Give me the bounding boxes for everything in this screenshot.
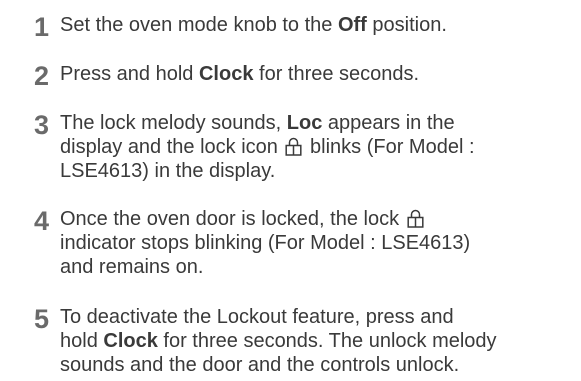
emphasized-term: Off xyxy=(337,14,367,36)
step-text-segment: To deactivate the Lockout feature, press… xyxy=(60,306,454,328)
step-number: 3 xyxy=(34,110,50,140)
step-text-line: Press and hold Clock for three seconds. xyxy=(60,62,550,86)
step-text: The lock melody sounds, Loc appears in t… xyxy=(60,111,550,183)
step-text-line: sounds and the door and the controls unl… xyxy=(60,353,550,377)
step-text-segment: appears in the xyxy=(322,112,455,134)
step-text-line: hold Clock for three seconds. The unlock… xyxy=(60,329,550,353)
step-text-line: Once the oven door is locked, the lock xyxy=(60,207,550,231)
step-text-segment: position. xyxy=(366,14,447,36)
lock-icon xyxy=(407,209,424,228)
step-number: 5 xyxy=(34,304,50,334)
step-text-segment: display and the lock icon xyxy=(60,136,284,158)
step-number: 2 xyxy=(34,61,50,91)
step-number: 1 xyxy=(34,12,50,42)
step-text-line: LSE4613) in the display. xyxy=(60,159,550,183)
emphasized-term: Loc xyxy=(286,112,323,134)
step-number: 4 xyxy=(34,206,50,236)
step-text-line: indicator stops blinking (For Model : LS… xyxy=(60,231,550,255)
step-text-line: and remains on. xyxy=(60,255,550,279)
step-text-segment: LSE4613) in the display. xyxy=(60,160,276,182)
step-text-segment: indicator stops blinking (For Model : LS… xyxy=(60,232,471,254)
emphasized-term: Clock xyxy=(198,63,254,85)
step-text-segment: Press and hold xyxy=(60,63,199,85)
step-text-segment: sounds and the door and the controls unl… xyxy=(60,354,460,376)
step-text-segment: for three seconds. xyxy=(253,63,420,85)
step-text: Once the oven door is locked, the lock i… xyxy=(60,207,550,279)
step-text-segment: Set the oven mode knob to the xyxy=(60,14,338,36)
step-text-segment: for three seconds. The unlock melody xyxy=(157,330,497,352)
step-text-line: To deactivate the Lockout feature, press… xyxy=(60,305,550,329)
step-text-segment: Once the oven door is locked, the lock xyxy=(60,208,405,230)
step-text-line: The lock melody sounds, Loc appears in t… xyxy=(60,111,550,135)
step-text: Press and hold Clock for three seconds. xyxy=(60,62,550,86)
step-text-segment: blinks (For Model : xyxy=(304,136,475,158)
step-text-segment: and remains on. xyxy=(60,256,204,278)
lock-icon xyxy=(285,137,303,156)
step-text-segment: The lock melody sounds, xyxy=(60,112,287,134)
step-text-line: display and the lock icon blinks (For Mo… xyxy=(60,135,550,159)
step-text: To deactivate the Lockout feature, press… xyxy=(60,305,550,377)
step-text: Set the oven mode knob to the Off positi… xyxy=(60,13,550,37)
step-text-segment: hold xyxy=(60,330,104,352)
step-text-line: Set the oven mode knob to the Off positi… xyxy=(60,13,550,37)
emphasized-term: Clock xyxy=(103,330,158,352)
